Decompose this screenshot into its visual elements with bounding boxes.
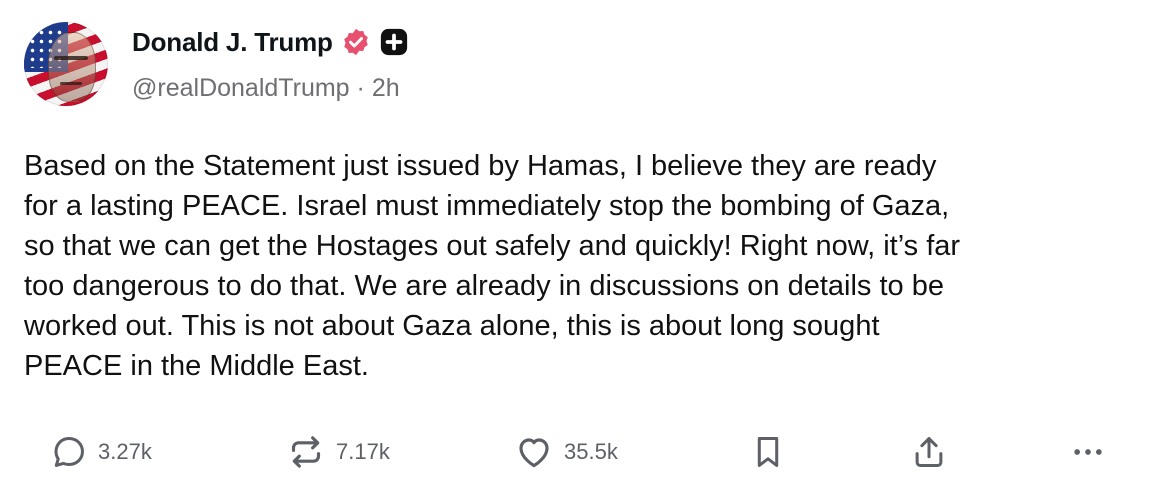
like-count: 35.5k [564, 439, 618, 464]
avatar[interactable] [24, 22, 108, 106]
heart-icon [519, 438, 549, 468]
reply-icon [54, 437, 84, 467]
post-card: Donald J. Trump @realDonaldTrump · 2h Ba… [0, 0, 1168, 498]
post-text: Based on the Statement just issued by Ha… [24, 150, 961, 382]
bookmark-button[interactable] [749, 432, 787, 472]
more-options-button[interactable] [1068, 432, 1108, 472]
repost-count: 7.17k [336, 439, 390, 464]
repost-button[interactable]: 7.17k [286, 432, 390, 472]
author-handle[interactable]: @realDonaldTrump [132, 74, 350, 102]
author-display-name[interactable]: Donald J. Trump [132, 27, 333, 58]
repost-icon [291, 436, 321, 468]
handle-separator: · [356, 74, 365, 102]
share-button[interactable] [910, 432, 948, 472]
avatar-brow [54, 56, 88, 60]
author-name-row: Donald J. Trump [132, 24, 409, 60]
avatar-face [48, 32, 96, 102]
plus-icon [380, 28, 407, 56]
verified-badge-icon [343, 28, 368, 56]
more-icon [1074, 449, 1102, 455]
bookmark-icon [757, 437, 779, 467]
reply-button[interactable]: 3.27k [50, 432, 152, 472]
share-icon [915, 437, 943, 467]
like-button[interactable]: 35.5k [514, 432, 618, 472]
avatar-mouth [60, 82, 82, 85]
post-timestamp[interactable]: 2h [372, 74, 400, 102]
author-handle-row: @realDonaldTrump · 2h [132, 74, 400, 103]
reply-count: 3.27k [98, 439, 152, 464]
